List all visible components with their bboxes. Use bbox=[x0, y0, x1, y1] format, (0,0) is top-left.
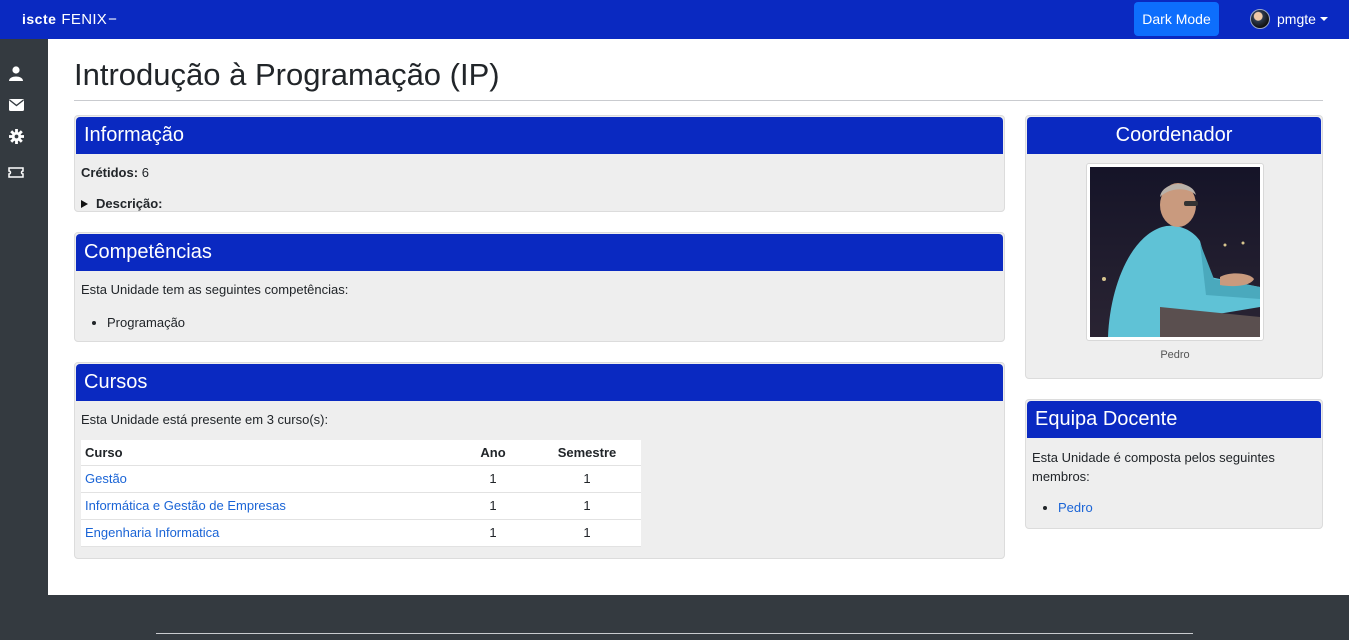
list-item: Programação bbox=[107, 315, 1004, 330]
descricao-label: Descrição: bbox=[96, 196, 163, 211]
top-navbar: iscte FENIX − Dark Mode pmgte bbox=[0, 0, 1349, 39]
cursos-table: Curso Ano Semestre Gestão 1 1 Informátic… bbox=[81, 440, 641, 547]
informacao-card: Informação Crétidos: 6 Descrição: bbox=[74, 115, 1005, 212]
informacao-header: Informação bbox=[76, 117, 1003, 154]
coordenador-name: Pedro bbox=[1160, 349, 1190, 361]
table-row: Informática e Gestão de Empresas 1 1 bbox=[81, 492, 641, 520]
competencias-intro: Esta Unidade tem as seguintes competênci… bbox=[81, 282, 349, 297]
person-photo-icon bbox=[1090, 167, 1260, 337]
brand-logo[interactable]: iscte FENIX − bbox=[22, 11, 117, 28]
col-semestre: Semestre bbox=[533, 440, 641, 466]
footer-divider bbox=[156, 633, 1193, 634]
brand-iscte: iscte bbox=[22, 11, 57, 27]
coordenador-photo bbox=[1086, 163, 1264, 341]
dark-mode-button[interactable]: Dark Mode bbox=[1134, 2, 1219, 36]
footer bbox=[0, 595, 1349, 640]
avatar bbox=[1250, 9, 1270, 29]
competencias-header: Competências bbox=[76, 234, 1003, 271]
main-content: Introdução à Programação (IP) Informação… bbox=[48, 39, 1349, 595]
ano-cell: 1 bbox=[453, 465, 533, 493]
title-divider bbox=[74, 100, 1323, 101]
cursos-card: Cursos Esta Unidade está presente em 3 c… bbox=[74, 362, 1005, 559]
username-label: pmgte bbox=[1277, 11, 1316, 27]
creditos-value: 6 bbox=[141, 165, 149, 180]
member-link-pedro[interactable]: Pedro bbox=[1058, 500, 1093, 515]
equipa-docente-header: Equipa Docente bbox=[1027, 401, 1321, 438]
ano-cell: 1 bbox=[453, 492, 533, 520]
caret-down-icon bbox=[1319, 17, 1328, 21]
cursos-intro: Esta Unidade está presente em 3 curso(s)… bbox=[81, 412, 329, 427]
ticket-icon[interactable] bbox=[7, 163, 25, 181]
equipa-docente-card: Equipa Docente Esta Unidade é composta p… bbox=[1025, 399, 1323, 529]
cursos-header: Cursos bbox=[76, 364, 1003, 401]
creditos-row: Crétidos: 6 bbox=[81, 165, 1004, 180]
page-title: Introdução à Programação (IP) bbox=[74, 57, 500, 92]
table-row: Engenharia Informatica 1 1 bbox=[81, 519, 641, 547]
triangle-right-icon bbox=[81, 199, 88, 208]
curso-link-ei[interactable]: Engenharia Informatica bbox=[85, 525, 219, 540]
equipa-list: Pedro bbox=[1032, 498, 1316, 517]
table-row: Gestão 1 1 bbox=[81, 465, 641, 493]
table-header-row: Curso Ano Semestre bbox=[81, 440, 641, 466]
brand-dash-icon: − bbox=[108, 11, 117, 28]
competencias-list: Programação bbox=[81, 315, 1004, 330]
list-item: Pedro bbox=[1058, 498, 1316, 517]
coordenador-card: Coordenador Pedro bbox=[1025, 115, 1323, 379]
ano-cell: 1 bbox=[453, 519, 533, 547]
competencias-card: Competências Esta Unidade tem as seguint… bbox=[74, 232, 1005, 342]
semestre-cell: 1 bbox=[533, 465, 641, 493]
gear-icon[interactable] bbox=[7, 127, 25, 145]
semestre-cell: 1 bbox=[533, 492, 641, 520]
envelope-icon[interactable] bbox=[7, 96, 25, 114]
sidebar bbox=[0, 39, 48, 640]
curso-link-ige[interactable]: Informática e Gestão de Empresas bbox=[85, 498, 286, 513]
curso-link-gestao[interactable]: Gestão bbox=[85, 471, 127, 486]
col-ano: Ano bbox=[453, 440, 533, 466]
brand-fenix: FENIX bbox=[61, 11, 108, 28]
user-dropdown[interactable]: pmgte bbox=[1250, 9, 1328, 29]
coordenador-header: Coordenador bbox=[1027, 117, 1321, 154]
equipa-intro: Esta Unidade é composta pelos seguintes … bbox=[1032, 450, 1275, 484]
creditos-label: Crétidos: bbox=[81, 165, 139, 180]
user-icon[interactable] bbox=[7, 64, 25, 82]
semestre-cell: 1 bbox=[533, 519, 641, 547]
descricao-toggle[interactable]: Descrição: bbox=[81, 196, 1004, 211]
col-curso: Curso bbox=[81, 440, 453, 466]
